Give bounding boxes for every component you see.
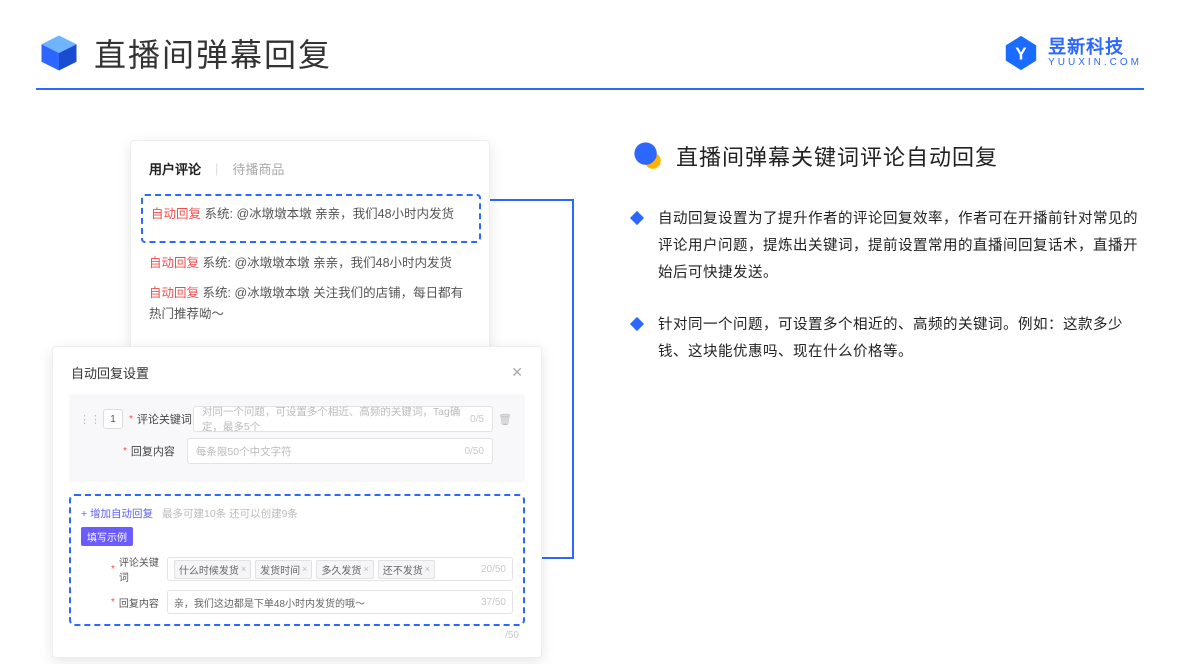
sample-keyword-input[interactable]: 什么时候发货×发货时间×多久发货× 还不发货× 20/50 [167, 557, 513, 581]
required-star: * [129, 414, 133, 425]
drag-handle-icon[interactable]: ⋮⋮ [77, 413, 103, 426]
sample-kw-label: 评论关键词 [119, 554, 167, 584]
keyword-input[interactable]: 对同一个问题，可设置多个相近、高频的关键词，Tag确定，最多5个 0/5 [193, 406, 493, 432]
char-count: 37/50 [481, 597, 506, 608]
slide-header: 直播间弹幕回复 Y 昱新科技 YUUXIN.COM [0, 0, 1180, 88]
add-hint: 最多可建10条 还可以创建9条 [162, 508, 298, 520]
remove-tag-icon[interactable]: × [363, 564, 368, 574]
connector-line [490, 199, 574, 201]
required-star: * [111, 564, 115, 575]
diamond-icon [630, 317, 644, 331]
page-title: 直播间弹幕回复 [94, 30, 332, 76]
auto-reply-tag: 自动回复 [149, 256, 199, 270]
brand-name: 昱新科技 [1048, 38, 1142, 56]
bullet-text: 自动回复设置为了提升作者的评论回复效率，作者可在开播前针对常见的评论用户问题，提… [658, 206, 1144, 286]
sample-reply-label: 回复内容 [119, 595, 167, 610]
placeholder: 对同一个问题，可设置多个相近、高频的关键词，Tag确定，最多5个 [202, 404, 470, 434]
remove-tag-icon[interactable]: × [302, 564, 307, 574]
placeholder: 每条限50个中文字符 [196, 444, 292, 459]
tab-separator: | [215, 161, 218, 176]
comment-text: @冰墩墩本墩 亲亲，我们48小时内发货 [236, 207, 454, 221]
sys-label: 系统: [203, 256, 231, 270]
sample-reply-value: 亲，我们这边都是下单48小时内发货的哦～ [174, 595, 365, 610]
required-star: * [111, 597, 115, 608]
tag-chip[interactable]: 什么时候发货× [174, 560, 251, 579]
delete-icon[interactable]: 🗑 [493, 413, 517, 426]
keyword-label: 评论关键词 [137, 411, 193, 427]
brand-block: Y 昱新科技 YUUXIN.COM [1002, 34, 1142, 72]
right-column: 直播间弹幕关键词评论自动回复 自动回复设置为了提升作者的评论回复效率，作者可在开… [572, 140, 1144, 658]
remove-tag-icon[interactable]: × [241, 564, 246, 574]
required-star: * [123, 446, 127, 457]
chat-bubble-icon [632, 140, 664, 172]
tag-chip[interactable]: 发货时间× [255, 560, 312, 579]
auto-reply-settings-panel: 自动回复设置 ✕ ⋮⋮ 1 * 评论关键词 对同一个问题，可设置多个相近、高频的… [52, 346, 542, 658]
svg-text:Y: Y [1015, 45, 1027, 64]
brand-logo-icon: Y [1002, 34, 1040, 72]
settings-title: 自动回复设置 [71, 363, 511, 382]
bullet-text: 针对同一个问题，可设置多个相近的、高频的关键词。例如：这款多少钱、这块能优惠吗、… [658, 312, 1144, 366]
sys-label: 系统: [205, 207, 233, 221]
char-count: 20/50 [481, 564, 506, 575]
outer-count: /50 [69, 626, 525, 641]
cube-icon [38, 32, 80, 74]
diamond-icon [630, 211, 644, 225]
example-block: + 增加自动回复 最多可建10条 还可以创建9条 填写示例 * 评论关键词 什么… [69, 494, 525, 626]
comment-panel: 用户评论 | 待播商品 自动回复 系统: @冰墩墩本墩 亲亲，我们48小时内发货… [130, 140, 490, 354]
tab-pending-products[interactable]: 待播商品 [232, 159, 284, 178]
reply-input[interactable]: 每条限50个中文字符 0/50 [187, 438, 493, 464]
bullet-item: 自动回复设置为了提升作者的评论回复效率，作者可在开播前针对常见的评论用户问题，提… [632, 206, 1144, 286]
tag-chip[interactable]: 多久发货× [316, 560, 373, 579]
section-title: 直播间弹幕关键词评论自动回复 [676, 140, 998, 172]
brand-sub: YUUXIN.COM [1048, 58, 1142, 68]
char-count: 0/50 [465, 446, 484, 457]
highlighted-comment: 自动回复 系统: @冰墩墩本墩 亲亲，我们48小时内发货 [141, 194, 481, 243]
add-auto-reply-link[interactable]: + 增加自动回复 最多可建10条 还可以创建9条 [81, 506, 513, 521]
sample-reply-input[interactable]: 亲，我们这边都是下单48小时内发货的哦～ 37/50 [167, 590, 513, 614]
reply-label: 回复内容 [131, 443, 187, 459]
connector-line [572, 199, 574, 557]
close-icon[interactable]: ✕ [511, 364, 523, 381]
remove-tag-icon[interactable]: × [425, 564, 430, 574]
left-column: 用户评论 | 待播商品 自动回复 系统: @冰墩墩本墩 亲亲，我们48小时内发货… [52, 140, 572, 658]
tag-chip[interactable]: 还不发货× [378, 560, 435, 579]
char-count: 0/5 [470, 414, 484, 425]
comment-text: @冰墩墩本墩 亲亲，我们48小时内发货 [234, 256, 452, 270]
auto-reply-tag: 自动回复 [151, 207, 201, 221]
tag-list: 什么时候发货×发货时间×多久发货× 还不发货× [174, 560, 439, 579]
tab-user-comments[interactable]: 用户评论 [149, 159, 201, 178]
index-box: 1 [103, 409, 123, 429]
sys-label: 系统: [203, 286, 231, 300]
bullet-item: 针对同一个问题，可设置多个相近的、高频的关键词。例如：这款多少钱、这块能优惠吗、… [632, 312, 1144, 366]
example-badge: 填写示例 [81, 527, 133, 546]
auto-reply-tag: 自动回复 [149, 286, 199, 300]
